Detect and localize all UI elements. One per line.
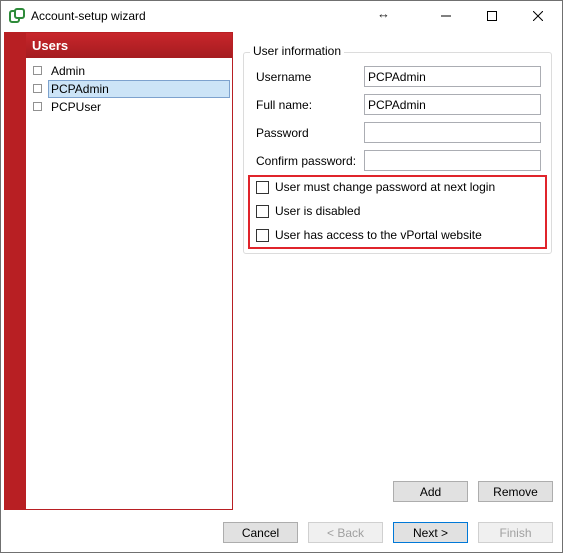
checkbox-box[interactable] — [256, 181, 269, 194]
checkbox-box[interactable] — [256, 229, 269, 242]
minimize-button[interactable] — [423, 1, 469, 31]
password-label: Password — [256, 126, 309, 140]
expand-icon[interactable] — [33, 66, 42, 75]
add-button[interactable]: Add — [393, 481, 468, 502]
confirm-password-label: Confirm password: — [256, 154, 357, 168]
confirm-password-input[interactable] — [364, 150, 541, 171]
user-item-label: PCPAdmin — [48, 80, 230, 98]
expand-icon[interactable] — [33, 102, 42, 111]
user-item-pcpadmin[interactable]: PCPAdmin — [26, 80, 232, 98]
checkbox-box[interactable] — [256, 205, 269, 218]
resize-cursor-icon: ↔ — [377, 6, 390, 21]
users-header: Users — [26, 33, 232, 58]
user-item-label: PCPUser — [51, 100, 102, 114]
close-button[interactable] — [515, 1, 561, 31]
checkbox-label: User must change password at next login — [275, 180, 496, 194]
user-item-admin[interactable]: Admin — [26, 62, 232, 80]
remove-button[interactable]: Remove — [478, 481, 553, 502]
user-item-pcpuser[interactable]: PCPUser — [26, 98, 232, 116]
checkbox-label: User has access to the vPortal website — [275, 228, 482, 242]
title-bar: Account-setup wizard ↔ — [1, 1, 562, 31]
password-input[interactable] — [364, 122, 541, 143]
app-icon — [9, 8, 25, 23]
expand-icon[interactable] — [33, 84, 42, 93]
finish-button[interactable]: Finish — [478, 522, 553, 543]
cancel-button[interactable]: Cancel — [223, 522, 298, 543]
users-panel-accent-strip — [4, 32, 26, 510]
maximize-icon — [487, 11, 497, 21]
window-title: Account-setup wizard — [31, 9, 146, 23]
close-icon — [533, 11, 543, 21]
checkbox-label: User is disabled — [275, 204, 361, 218]
maximize-button[interactable] — [469, 1, 515, 31]
username-input[interactable] — [364, 66, 541, 87]
minimize-icon — [441, 15, 451, 17]
fullname-input[interactable] — [364, 94, 541, 115]
users-panel: Users Admin PCPAdmin PCPUser — [26, 32, 233, 510]
fullname-label: Full name: — [256, 98, 313, 112]
next-button[interactable]: Next > — [393, 522, 468, 543]
username-label: Username — [256, 70, 312, 84]
wizard-window: Account-setup wizard ↔ Users Admin PCPAd… — [0, 0, 563, 553]
user-item-label: Admin — [51, 64, 86, 78]
back-button[interactable]: < Back — [308, 522, 383, 543]
user-information-legend: User information — [250, 44, 345, 58]
